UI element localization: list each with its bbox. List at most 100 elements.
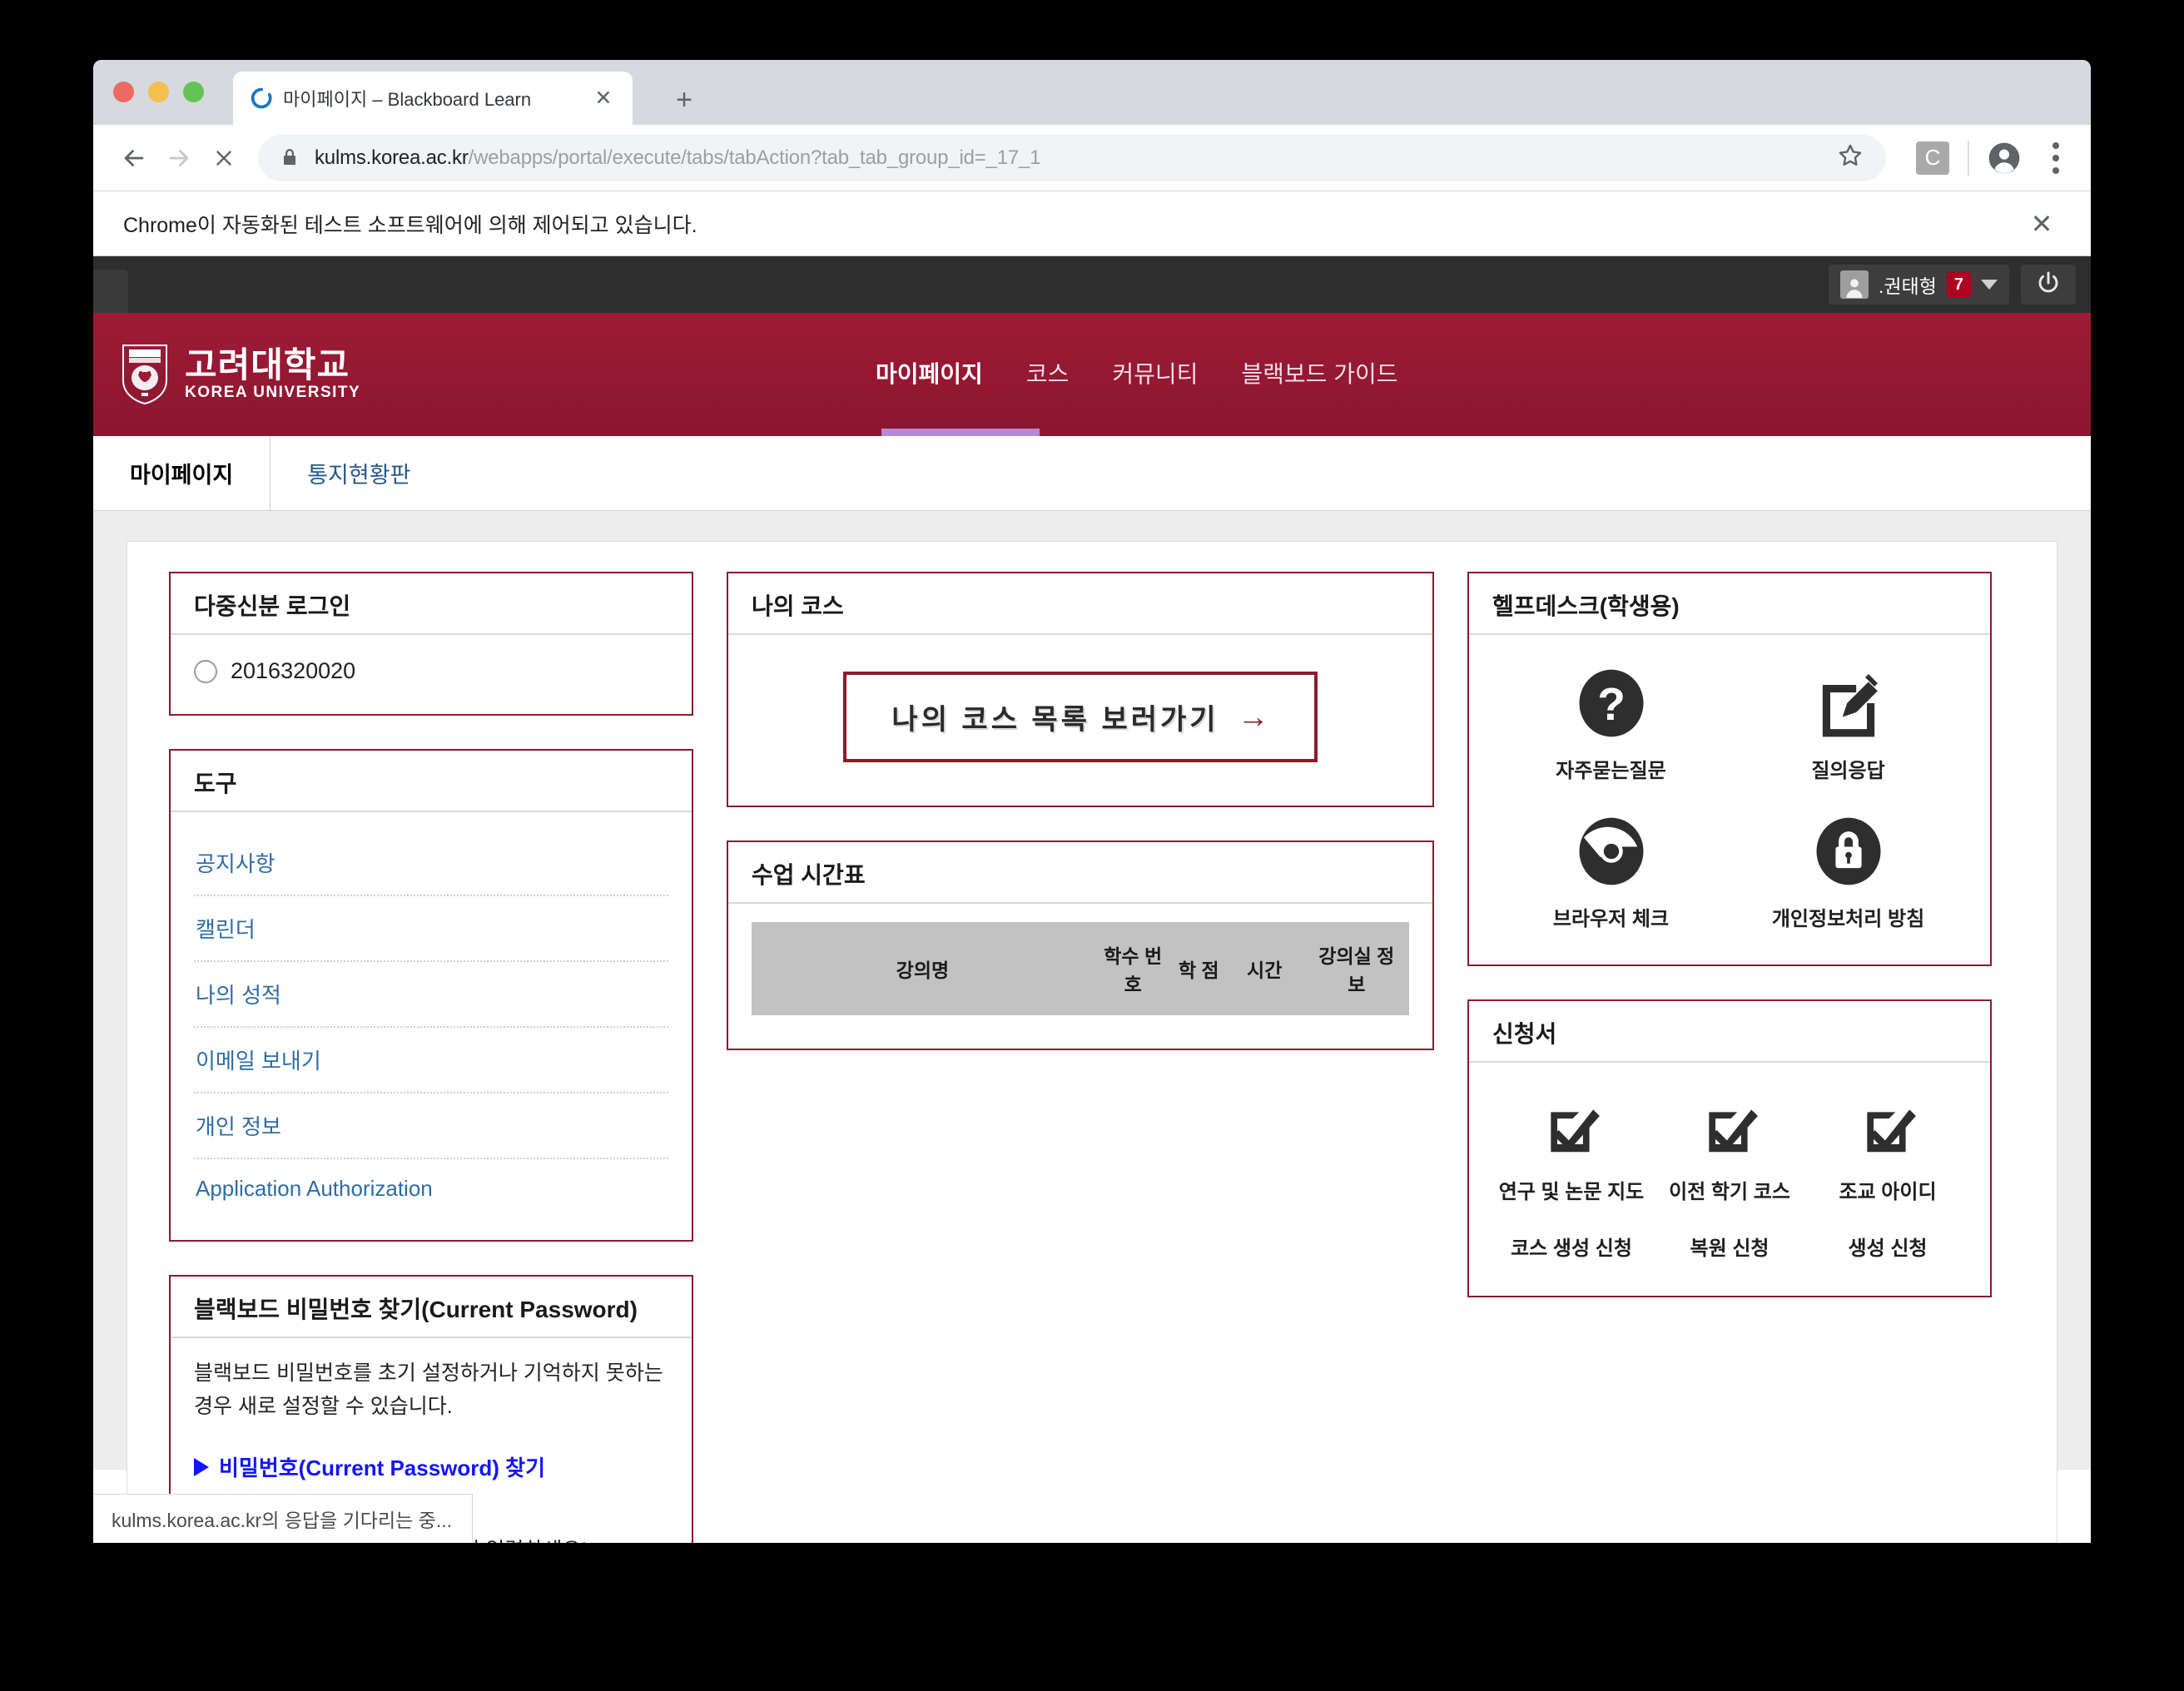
col-course-name: 강의명 bbox=[752, 922, 1094, 1015]
col-time: 시간 bbox=[1224, 922, 1304, 1015]
automation-infobar: Chrome이 자동화된 테스트 소프트웨어에 의해 제어되고 있습니다. ✕ bbox=[93, 191, 2091, 256]
browser-status-bubble: kulms.korea.ac.kr의 응답을 기다리는 중... bbox=[93, 1494, 473, 1543]
portal-columns: 다중신분 로그인 2016320020 도구 공지사항 캘린더 나의 성적 이메… bbox=[147, 572, 2037, 1543]
avatar bbox=[1840, 270, 1869, 299]
edit-square-icon bbox=[1812, 667, 1885, 744]
page-viewport: .권태형 7 고려대학교 KOREA UNIVERSITY 마이페이지 코스 커… bbox=[93, 256, 2091, 1543]
close-window-button[interactable] bbox=[113, 82, 134, 102]
url-scheme-host: kulms.korea.ac.kr bbox=[315, 146, 469, 169]
column-left: 다중신분 로그인 2016320020 도구 공지사항 캘린더 나의 성적 이메… bbox=[169, 572, 693, 1543]
notification-badge[interactable]: 7 bbox=[1946, 272, 1971, 297]
module-title: 나의 코스 bbox=[752, 593, 844, 619]
address-bar-url: kulms.korea.ac.kr/webapps/portal/execute… bbox=[315, 146, 1828, 170]
col-classroom-info: 강의실 정 보 bbox=[1303, 922, 1409, 1015]
user-menu-button[interactable]: .권태형 7 bbox=[1829, 265, 2009, 305]
question-mark-icon: ? bbox=[1575, 667, 1648, 744]
my-courses-cta-wrap: 나의 코스 목록 보러가기 → bbox=[752, 653, 1409, 784]
identity-option-label: 2016320020 bbox=[231, 658, 356, 683]
tool-link-calendar[interactable]: 캘린더 bbox=[194, 896, 668, 962]
column-middle: 나의 코스 나의 코스 목록 보러가기 → 수업 시간표 강의명 학수 번호 학… bbox=[727, 572, 1434, 1543]
brand-text: 고려대학교 KOREA UNIVERSITY bbox=[185, 346, 361, 403]
helpdesk-item-browser-check[interactable]: 브라우저 체크 bbox=[1492, 815, 1730, 935]
lock-icon bbox=[280, 147, 301, 169]
korea-university-crest-icon bbox=[120, 343, 170, 406]
minimize-window-button[interactable] bbox=[148, 82, 169, 102]
application-item-research-thesis[interactable]: 연구 및 논문 지도 코스 생성 신청 bbox=[1492, 1099, 1650, 1262]
application-item-previous-semester-course[interactable]: 이전 학기 코스 복원 신청 bbox=[1650, 1099, 1809, 1262]
radio-button-icon[interactable] bbox=[194, 659, 217, 683]
module-class-timetable: 수업 시간표 강의명 학수 번호 학 점 시간 강의실 정 보 bbox=[727, 841, 1434, 1050]
nav-item-blackboard-guide[interactable]: 블랙보드 가이드 bbox=[1241, 356, 1397, 389]
module-tools: 도구 공지사항 캘린더 나의 성적 이메일 보내기 개인 정보 Applicat… bbox=[169, 749, 693, 1242]
chevron-down-icon[interactable] bbox=[1981, 280, 1998, 290]
nav-item-courses[interactable]: 코스 bbox=[1026, 356, 1070, 389]
tool-link-notices[interactable]: 공지사항 bbox=[194, 831, 668, 896]
module-header: 블랙보드 비밀번호 찾기(Current Password) bbox=[171, 1277, 692, 1338]
stop-loading-icon[interactable] bbox=[201, 136, 246, 181]
browser-toolbar: kulms.korea.ac.kr/webapps/portal/execute… bbox=[93, 125, 2091, 191]
module-title: 블랙보드 비밀번호 찾기(Current Password) bbox=[194, 1297, 638, 1322]
close-icon[interactable]: ✕ bbox=[2023, 211, 2061, 237]
application-item-label: 조교 아이디 bbox=[1839, 1180, 1937, 1203]
module-title: 수업 시간표 bbox=[752, 862, 866, 888]
extension-icon[interactable]: C bbox=[1916, 141, 1949, 175]
tool-link-my-grades[interactable]: 나의 성적 bbox=[194, 962, 668, 1028]
identity-option-row[interactable]: 2016320020 bbox=[194, 653, 668, 692]
site-logo[interactable]: 고려대학교 KOREA UNIVERSITY bbox=[120, 343, 360, 406]
forward-arrow-icon bbox=[156, 136, 201, 181]
module-title: 신청서 bbox=[1492, 1020, 1557, 1047]
star-icon[interactable] bbox=[1836, 141, 1869, 175]
nav-item-mypage[interactable]: 마이페이지 bbox=[876, 356, 983, 389]
browser-tab-title: 마이페이지 – Blackboard Learn bbox=[283, 89, 532, 110]
page-background: 다중신분 로그인 2016320020 도구 공지사항 캘린더 나의 성적 이메… bbox=[93, 511, 2091, 1543]
helpdesk-item-faq[interactable]: ? 자주묻는질문 bbox=[1492, 667, 1730, 786]
tool-link-application-authorization[interactable]: Application Authorization bbox=[194, 1159, 668, 1218]
tool-link-personal-info[interactable]: 개인 정보 bbox=[194, 1093, 668, 1159]
application-item-sublabel: 코스 생성 신청 bbox=[1511, 1237, 1632, 1261]
tool-link-send-email[interactable]: 이메일 보내기 bbox=[194, 1028, 668, 1093]
application-item-ta-id[interactable]: 조교 아이디 생성 신청 bbox=[1809, 1099, 1967, 1262]
module-body: 공지사항 캘린더 나의 성적 이메일 보내기 개인 정보 Application… bbox=[171, 812, 692, 1240]
timetable-table: 강의명 학수 번호 학 점 시간 강의실 정 보 bbox=[752, 922, 1409, 1015]
go-to-my-course-list-button[interactable]: 나의 코스 목록 보러가기 → bbox=[843, 672, 1318, 762]
close-tab-icon[interactable]: ✕ bbox=[589, 84, 618, 112]
account-icon[interactable] bbox=[1986, 140, 2023, 176]
browser-window: 마이페이지 – Blackboard Learn ✕ + kulms.korea… bbox=[93, 60, 2091, 1543]
helpdesk-item-qna[interactable]: 질의응답 bbox=[1730, 667, 1967, 786]
application-icon-grid: 연구 및 논문 지도 코스 생성 신청 이전 학기 코스 복원 신청 조교 아이… bbox=[1492, 1081, 1967, 1275]
back-arrow-icon[interactable] bbox=[112, 136, 156, 181]
checkbox-checked-icon bbox=[1699, 1099, 1760, 1165]
module-header: 수업 시간표 bbox=[728, 842, 1432, 904]
column-right: 헬프데스크(학생용) ? 자주묻는질문 질의응답 브라우저 체크 개인정보처리 … bbox=[1467, 572, 1992, 1543]
application-item-sublabel: 복원 신청 bbox=[1690, 1237, 1770, 1261]
toolbar-divider bbox=[1968, 140, 1969, 176]
module-body: 나의 코스 목록 보러가기 → bbox=[728, 635, 1432, 806]
tab-notification-dashboard[interactable]: 통지현황판 bbox=[271, 436, 447, 510]
browser-tab[interactable]: 마이페이지 – Blackboard Learn ✕ bbox=[233, 72, 633, 125]
active-nav-underline bbox=[881, 429, 1040, 436]
brand-name-en: KOREA UNIVERSITY bbox=[185, 383, 361, 401]
find-password-link[interactable]: 비밀번호(Current Password) 찾기 bbox=[194, 1451, 668, 1482]
maximize-window-button[interactable] bbox=[183, 82, 204, 102]
checkbox-checked-icon bbox=[1541, 1099, 1602, 1165]
helpdesk-item-label: 자주묻는질문 bbox=[1556, 760, 1666, 782]
nav-item-community[interactable]: 커뮤니티 bbox=[1112, 356, 1198, 389]
helpdesk-item-privacy-policy[interactable]: 개인정보처리 방침 bbox=[1730, 815, 1967, 935]
address-bar[interactable]: kulms.korea.ac.kr/webapps/portal/execute… bbox=[258, 134, 1886, 181]
automation-infobar-message: Chrome이 자동화된 테스트 소프트웨어에 의해 제어되고 있습니다. bbox=[123, 213, 697, 237]
find-password-link-label: 비밀번호(Current Password) 찾기 bbox=[219, 1455, 546, 1480]
main-navigation: 마이페이지 코스 커뮤니티 블랙보드 가이드 bbox=[876, 356, 1398, 389]
browser-tab-strip: 마이페이지 – Blackboard Learn ✕ + bbox=[93, 60, 2091, 125]
top-bar-left-tab[interactable] bbox=[93, 270, 128, 313]
svg-text:?: ? bbox=[1597, 678, 1626, 730]
module-my-courses: 나의 코스 나의 코스 목록 보러가기 → bbox=[727, 572, 1434, 807]
new-tab-button[interactable]: + bbox=[668, 83, 701, 117]
helpdesk-item-label: 개인정보처리 방침 bbox=[1771, 907, 1925, 930]
logout-button[interactable] bbox=[2021, 265, 2076, 305]
go-to-my-course-list-label: 나의 코스 목록 보러가기 bbox=[891, 704, 1219, 736]
application-item-label: 이전 학기 코스 bbox=[1669, 1180, 1790, 1203]
module-multi-identity-login: 다중신분 로그인 2016320020 bbox=[169, 572, 693, 716]
chrome-logo-icon bbox=[1575, 815, 1648, 892]
tab-mypage[interactable]: 마이페이지 bbox=[93, 436, 271, 510]
three-dot-menu-icon[interactable] bbox=[2039, 141, 2072, 174]
